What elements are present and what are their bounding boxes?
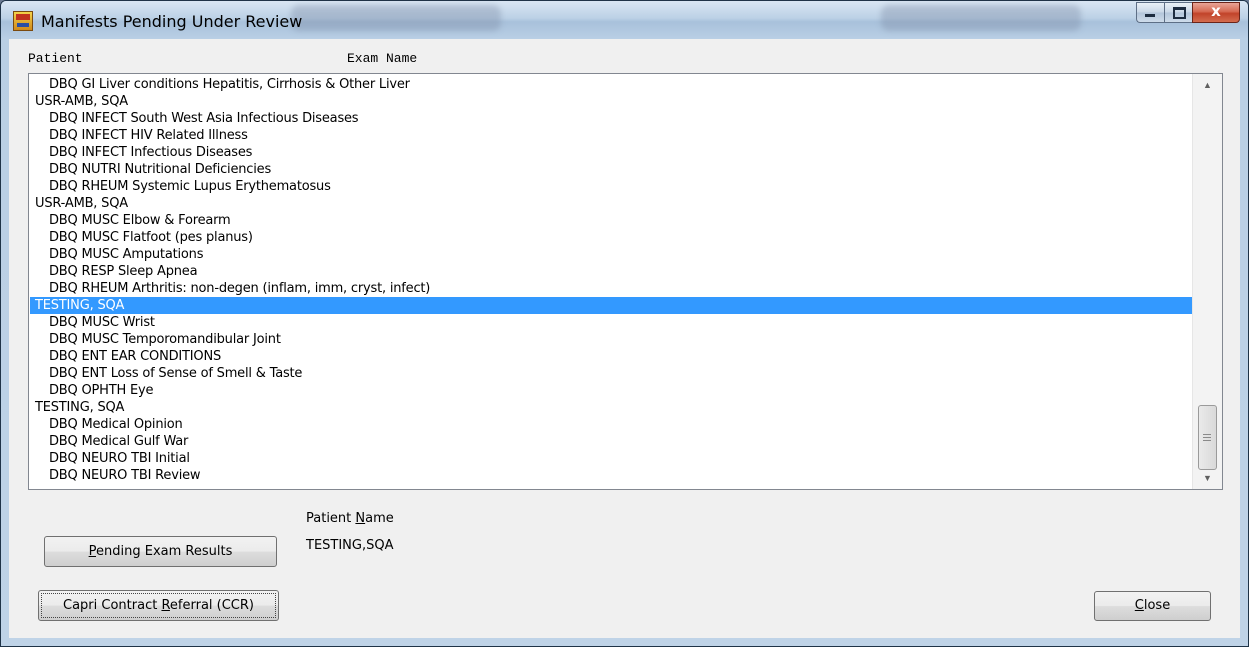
- column-header-patient: Patient: [28, 51, 83, 66]
- window-title: Manifests Pending Under Review: [41, 12, 303, 31]
- capri-app-icon[interactable]: [13, 11, 33, 31]
- patient-row[interactable]: USR-AMB, SQA: [30, 195, 1192, 212]
- exam-row[interactable]: DBQ Medical Opinion: [30, 416, 1192, 433]
- minimize-button[interactable]: [1136, 2, 1164, 23]
- exam-row[interactable]: DBQ MUSC Temporomandibular Joint: [30, 331, 1192, 348]
- maximize-icon: [1173, 7, 1186, 19]
- exam-row[interactable]: DBQ RESP Sleep Apnea: [30, 263, 1192, 280]
- manifests-window: Manifests Pending Under Review x Patient…: [0, 0, 1249, 647]
- column-header-exam-name: Exam Name: [347, 51, 418, 66]
- exam-row[interactable]: DBQ MUSC Wrist: [30, 314, 1192, 331]
- title-bar[interactable]: Manifests Pending Under Review x: [1, 1, 1248, 39]
- exam-row[interactable]: DBQ Medical Gulf War: [30, 433, 1192, 450]
- manifest-listbox[interactable]: DBQ GI Liver conditions Hepatitis, Cirrh…: [28, 73, 1223, 490]
- button-label: Capri Contract: [63, 598, 162, 613]
- scroll-up-icon[interactable]: ▲: [1193, 76, 1222, 94]
- exam-row[interactable]: DBQ ENT Loss of Sense of Smell & Taste: [30, 365, 1192, 382]
- exam-row[interactable]: DBQ NUTRI Nutritional Deficiencies: [30, 161, 1192, 178]
- patient-row[interactable]: TESTING, SQA: [30, 297, 1192, 314]
- title-background-smudge: [291, 5, 501, 31]
- patient-name-label: Patient Name: [306, 511, 394, 526]
- patient-row[interactable]: USR-AMB, SQA: [30, 93, 1192, 110]
- patient-name-label-text-end: ame: [365, 511, 394, 526]
- exam-row[interactable]: DBQ MUSC Amputations: [30, 246, 1192, 263]
- minimize-icon: [1145, 14, 1155, 17]
- manifest-list-rows: DBQ GI Liver conditions Hepatitis, Cirrh…: [30, 76, 1192, 484]
- scrollbar-thumb[interactable]: [1198, 405, 1217, 470]
- exam-row[interactable]: DBQ INFECT Infectious Diseases: [30, 144, 1192, 161]
- button-label-accel: C: [1134, 598, 1144, 613]
- button-label-accel: R: [161, 598, 170, 613]
- capri-contract-referral-button[interactable]: Capri Contract Referral (CCR): [38, 590, 279, 621]
- maximize-button[interactable]: [1164, 2, 1192, 23]
- close-window-button[interactable]: x: [1192, 2, 1240, 23]
- exam-row[interactable]: DBQ ENT EAR CONDITIONS: [30, 348, 1192, 365]
- button-label: lose: [1143, 598, 1171, 613]
- exam-row[interactable]: DBQ INFECT South West Asia Infectious Di…: [30, 110, 1192, 127]
- grip-icon: [1203, 434, 1211, 441]
- vertical-scrollbar[interactable]: ▲ ▼: [1192, 74, 1222, 489]
- close-button[interactable]: Close: [1094, 591, 1211, 621]
- exam-row[interactable]: DBQ INFECT HIV Related Illness: [30, 127, 1192, 144]
- patient-name-label-text: Patient: [306, 511, 356, 526]
- button-label: ending Exam Results: [96, 544, 233, 559]
- column-headers: Patient Exam Name: [18, 48, 1218, 68]
- exam-row[interactable]: DBQ GI Liver conditions Hepatitis, Cirrh…: [30, 76, 1192, 93]
- exam-row[interactable]: DBQ OPHTH Eye: [30, 382, 1192, 399]
- close-icon: x: [1211, 2, 1221, 20]
- scroll-down-icon[interactable]: ▼: [1193, 469, 1222, 487]
- patient-row[interactable]: TESTING, SQA: [30, 399, 1192, 416]
- patient-name-value: TESTING,SQA: [306, 538, 394, 553]
- exam-row[interactable]: DBQ RHEUM Arthritis: non-degen (inflam, …: [30, 280, 1192, 297]
- exam-row[interactable]: DBQ MUSC Flatfoot (pes planus): [30, 229, 1192, 246]
- button-label: eferral (CCR): [169, 598, 254, 613]
- exam-row[interactable]: DBQ RHEUM Systemic Lupus Erythematosus: [30, 178, 1192, 195]
- exam-row[interactable]: DBQ NEURO TBI Review: [30, 467, 1192, 484]
- patient-name-label-accel: N: [355, 511, 366, 526]
- title-background-smudge: [881, 5, 1081, 31]
- caption-buttons: x: [1136, 2, 1240, 23]
- button-label-accel: P: [88, 544, 97, 559]
- exam-row[interactable]: DBQ NEURO TBI Initial: [30, 450, 1192, 467]
- exam-row[interactable]: DBQ MUSC Elbow & Forearm: [30, 212, 1192, 229]
- pending-exam-results-button[interactable]: Pending Exam Results: [44, 536, 277, 567]
